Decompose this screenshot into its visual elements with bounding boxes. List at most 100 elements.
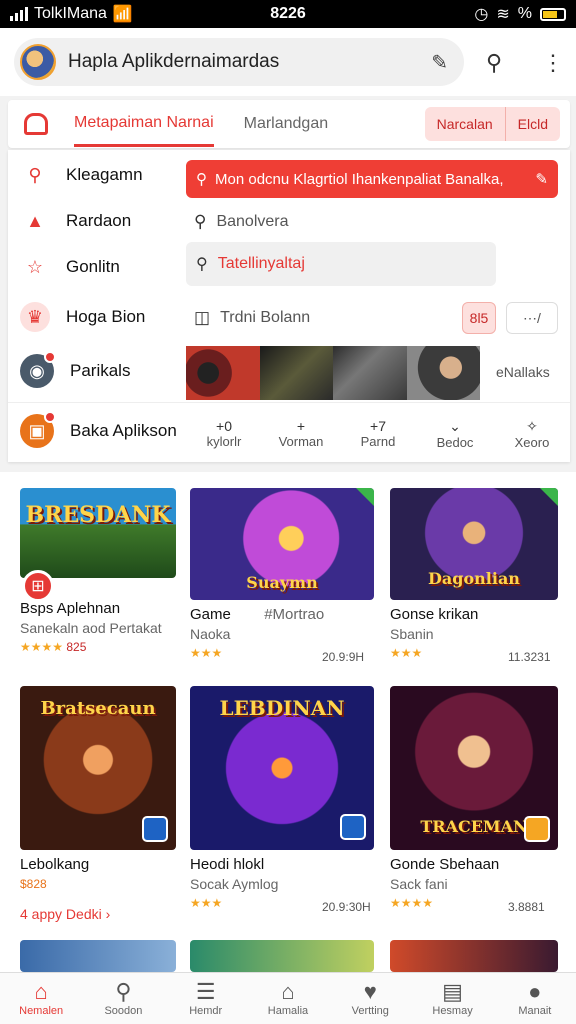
filter-label: Vorman (278, 434, 324, 449)
search-suggestion-2[interactable]: ◫ Trdni Bolann (194, 308, 310, 328)
strip-image[interactable] (259, 346, 333, 400)
thumbnail-title: Dagonlian (428, 569, 520, 588)
pill-button-2[interactable]: Elcld (504, 107, 560, 141)
app-size: 20.9:9H (322, 650, 365, 664)
category-label: Parikals (70, 361, 131, 380)
bank-icon: ⌂ (281, 979, 295, 1004)
app-thumbnail[interactable]: LEBDINAN (190, 686, 374, 850)
search-suggestion-1[interactable]: ⚲ Banolvera (194, 212, 289, 232)
category-label: Kleagamn (66, 165, 143, 184)
heart-icon: ♥ (363, 979, 377, 1004)
alarm-icon: ◷ (474, 6, 489, 23)
search-header: Hapla Aplikdernaimardas ✎ ⚲ ⋮ (0, 28, 576, 96)
filter-item[interactable]: + Vorman (265, 418, 337, 450)
nav-label: Hesmay (432, 1005, 473, 1017)
pen-icon[interactable]: ✎ (535, 170, 548, 188)
category-item-4[interactable]: ♛ Hoga Bion (20, 302, 145, 332)
app-card[interactable]: Suaymn Game #Mortrao Naoka ★★★ (190, 488, 374, 660)
thumbnail-title: Suaymn (246, 573, 318, 592)
home-tab-icon[interactable] (24, 113, 48, 135)
nav-item-bank[interactable]: ⌂ Hamalia (247, 973, 329, 1024)
filter-label: Bedoc (436, 435, 474, 450)
strip-image[interactable] (186, 346, 260, 400)
filter-icon: ✧ (526, 418, 538, 434)
app-thumbnail[interactable]: TRACEMAN (390, 686, 558, 850)
app-thumbnail[interactable] (20, 940, 176, 972)
category-item-6[interactable]: ▣ Baka Aplikson (20, 411, 177, 448)
filter-row: +0 kylorlr + Vorman +7 Parnd ⌄ Bedoc ✧ Xeoro (188, 418, 568, 450)
nav-item-apps[interactable]: ▤ Hesmay (411, 973, 493, 1024)
nav-item-profile[interactable]: ● Manait (494, 973, 576, 1024)
edit-icon[interactable]: ✎ (431, 50, 448, 75)
app-rating: ★★★★ 825 (20, 640, 87, 654)
filter-item[interactable]: ⌄ Bedoc (419, 418, 491, 450)
search-field-text: Tatellinyaltaj (217, 255, 305, 272)
pill-group: Narcalan Elcld (424, 107, 560, 141)
more-menu-icon[interactable]: ⋮ (542, 50, 564, 76)
app-thumbnail[interactable] (390, 940, 558, 972)
app-thumbnail[interactable]: Suaymn (190, 488, 374, 600)
app-thumbnail[interactable]: Bratsecaun (20, 686, 176, 850)
app-name: Heodi hlokl (190, 856, 265, 873)
app-thumbnail[interactable] (190, 940, 374, 972)
app-name: Lebolkang (20, 856, 90, 873)
tab-inactive[interactable]: Marlandgan (244, 103, 329, 145)
app-badge-icon (524, 816, 550, 842)
nav-item-search[interactable]: ⚲ Soodon (82, 973, 164, 1024)
nav-label: Nemalen (19, 1005, 64, 1017)
nav-item-home[interactable]: ⌂ Nemalen (0, 973, 82, 1024)
search-bar[interactable]: Hapla Aplikdernaimardas ✎ (14, 38, 464, 86)
app-rating: $828 (20, 877, 47, 891)
ticket-icon: ▣ (20, 411, 56, 448)
nav-item-list[interactable]: ☰ Hemdr (165, 973, 247, 1024)
app-thumbnail[interactable]: BRESDANK (20, 488, 176, 578)
app-card[interactable]: TRACEMAN Gonde Sbehaan Sack fani ★★★★ (390, 686, 558, 910)
image-strip[interactable] (186, 346, 480, 400)
promo-banner[interactable]: ⚲ Mon odcnu Klagrtiol Ihankenpaliat Bana… (186, 160, 558, 198)
carrier-label: TolkIMana (34, 5, 107, 22)
search-icon: ⚲ (196, 171, 207, 188)
home-icon: ⌂ (34, 979, 48, 1004)
search-icon: ⚲ (196, 256, 208, 273)
category-item-3[interactable]: ☆ Gonlitn (20, 252, 120, 282)
app-card[interactable]: LEBDINAN Heodi hlokl Socak Aymlog ★★★ (190, 686, 374, 910)
strip-label: eNallaks (496, 364, 550, 380)
tab-active[interactable]: Metapaiman Narnai (74, 102, 214, 147)
mini-button-1[interactable]: 8l5 (462, 302, 496, 334)
filter-icon: +0 (216, 418, 232, 434)
status-bar: TolkIMana 📶 8226 ◷ ≋ % (0, 0, 576, 28)
strip-image[interactable] (406, 346, 480, 400)
filter-icon: + (296, 418, 306, 434)
category-label: Gonlitn (66, 257, 120, 276)
pill-button-1[interactable]: Narcalan (425, 107, 505, 141)
avatar[interactable] (20, 44, 56, 80)
search-input[interactable]: Hapla Aplikdernaimardas (68, 51, 431, 73)
category-item-1[interactable]: ⚲ Kleagamn (20, 160, 143, 190)
app-card[interactable]: Bratsecaun Lebolkang $828 (20, 686, 176, 891)
search-field[interactable]: ⚲ Tatellinyaltaj (186, 242, 496, 286)
wifi-icon: 📶 (112, 6, 133, 23)
search-icon: ⚲ (194, 212, 207, 231)
filter-item[interactable]: ✧ Xeoro (496, 418, 568, 450)
app-name: Bsps Aplehnan (20, 600, 121, 617)
strip-image[interactable] (333, 346, 407, 400)
app-badge-icon: ⊞ (22, 570, 54, 602)
tab-bar: Metapaiman Narnai Marlandgan Narcalan El… (8, 100, 570, 148)
search-icon[interactable]: ⚲ (486, 50, 502, 76)
filter-label: Xeoro (514, 435, 550, 450)
filter-item[interactable]: +0 kylorlr (188, 418, 260, 450)
category-item-2[interactable]: ▲ Rardaon (20, 206, 131, 236)
mini-button-2[interactable]: ⋯/ (506, 302, 558, 334)
nav-item-heart[interactable]: ♥ Vertting (329, 973, 411, 1024)
filter-item[interactable]: +7 Parnd (342, 418, 414, 450)
app-card[interactable]: Dagonlian Gonse krikan Sbanin ★★★ (390, 488, 558, 660)
app-grid: BRESDANK Bsps Aplehnan Sanekaln aod Pert… (0, 472, 576, 972)
bottom-nav: ⌂ Nemalen ⚲ Soodon ☰ Hemdr ⌂ Hamalia ♥ Vertti… (0, 972, 576, 1024)
divider (8, 402, 570, 403)
category-item-5[interactable]: ◉ Parikals (20, 351, 131, 388)
pin-icon: ▲ (26, 210, 44, 231)
app-thumbnail[interactable]: Dagonlian (390, 488, 558, 600)
app-link[interactable]: 4 appy Dedki › (20, 906, 110, 922)
apps-icon: ▤ (442, 979, 463, 1004)
app-size: 3.8881 (508, 900, 545, 914)
